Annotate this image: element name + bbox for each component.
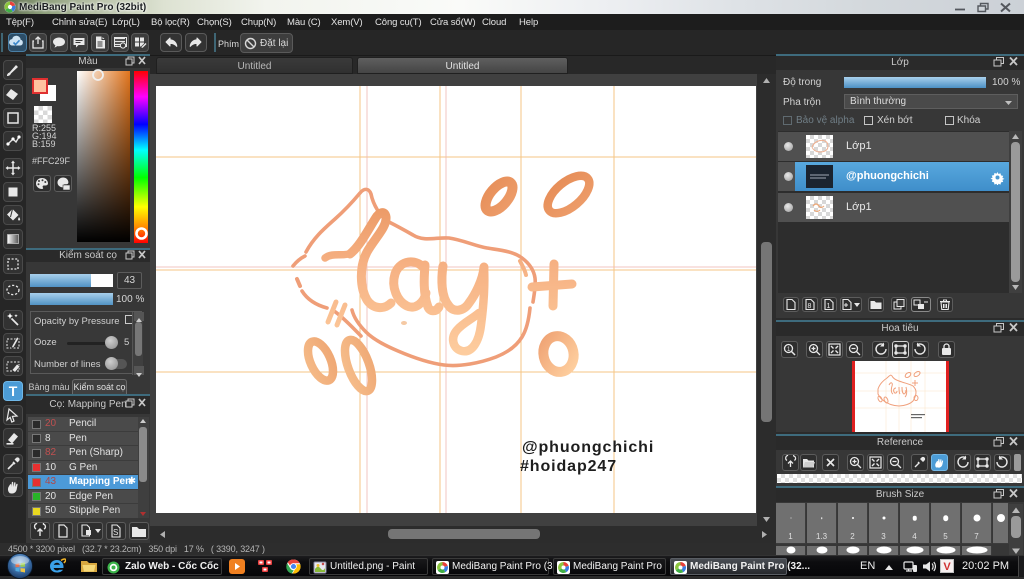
svg-text:8: 8 bbox=[808, 303, 812, 310]
svg-text:@phuongchichi: @phuongchichi bbox=[522, 439, 654, 456]
svg-text:#hoidap247: #hoidap247 bbox=[520, 458, 617, 475]
svg-text:1: 1 bbox=[827, 303, 831, 310]
svg-text:S: S bbox=[113, 528, 118, 537]
